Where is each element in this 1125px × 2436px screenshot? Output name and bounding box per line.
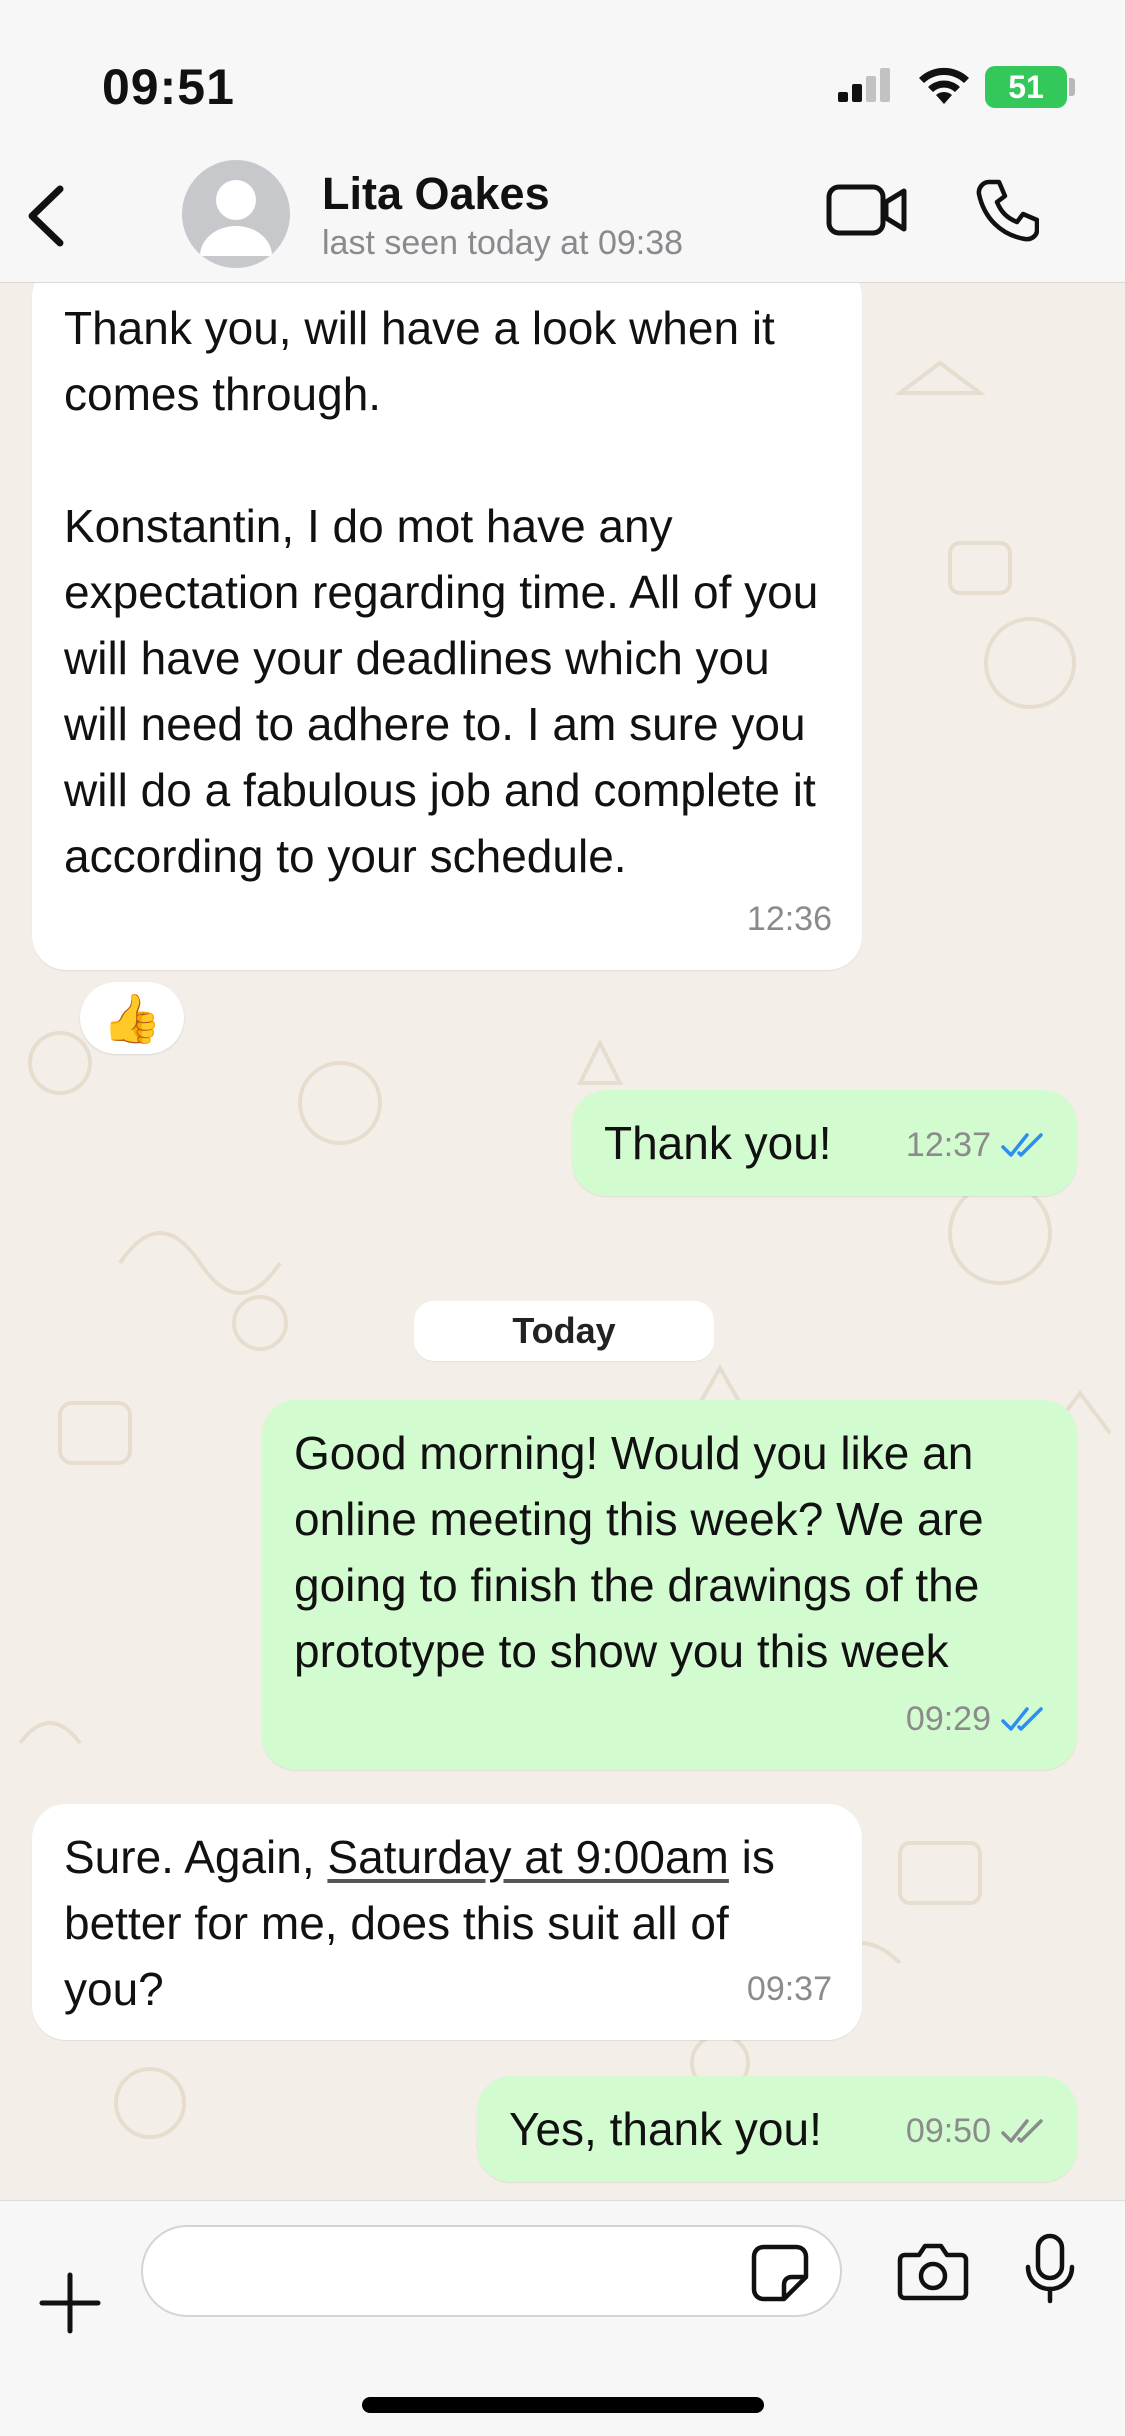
message-bubble-outgoing[interactable]: Yes, thank you! 09:50 bbox=[477, 2076, 1077, 2182]
avatar-placeholder-icon bbox=[200, 180, 272, 256]
message-text: Sure. Again, Saturday at 9:00am is bette… bbox=[64, 1824, 832, 2022]
plus-icon[interactable] bbox=[38, 2271, 102, 2335]
message-time: 09:29 bbox=[905, 1700, 991, 1738]
message-bubble-incoming[interactable]: Thank you, will have a look when it come… bbox=[32, 283, 862, 970]
video-call-icon[interactable] bbox=[826, 182, 908, 238]
back-chevron-icon[interactable] bbox=[22, 183, 72, 249]
last-seen-status: last seen today at 09:38 bbox=[322, 224, 684, 262]
wifi-icon bbox=[919, 67, 969, 104]
battery-tip bbox=[1069, 78, 1075, 96]
message-meta: 09:29 bbox=[906, 1686, 1047, 1752]
avatar[interactable] bbox=[182, 160, 290, 268]
microphone-icon[interactable] bbox=[1024, 2233, 1076, 2305]
composer-bar bbox=[0, 2200, 1125, 2436]
battery-indicator: 51 bbox=[985, 66, 1067, 108]
message-bubble-outgoing[interactable]: Good morning! Would you like an online m… bbox=[262, 1400, 1077, 1770]
double-check-icon bbox=[1001, 2119, 1043, 2143]
message-text: Thank you, will have a look when it come… bbox=[64, 302, 819, 882]
contact-name[interactable]: Lita Oakes bbox=[322, 168, 550, 220]
message-time: 09:37 bbox=[746, 1970, 832, 2008]
phone-call-icon[interactable] bbox=[975, 178, 1039, 242]
sticker-icon[interactable] bbox=[750, 2243, 810, 2303]
chat-header: Lita Oakes last seen today at 09:38 bbox=[0, 150, 1125, 283]
chat-area[interactable]: Thank you, will have a look when it come… bbox=[0, 283, 1125, 2200]
message-time: 12:37 bbox=[905, 1126, 991, 1164]
camera-icon[interactable] bbox=[897, 2241, 969, 2301]
date-separator: Today bbox=[414, 1301, 714, 1361]
date-link[interactable]: Saturday at 9:00am bbox=[327, 1831, 728, 1883]
message-meta: 12:36 bbox=[747, 886, 832, 952]
cellular-signal-icon bbox=[838, 68, 890, 102]
home-indicator bbox=[362, 2397, 764, 2413]
status-bar: 09:51 51 bbox=[0, 0, 1125, 150]
message-meta: 09:37 bbox=[747, 1956, 832, 2022]
message-text-part: Sure. Again, bbox=[64, 1831, 328, 1883]
message-input[interactable] bbox=[141, 2225, 842, 2317]
message-meta: 09:50 bbox=[906, 2098, 1047, 2164]
reaction-badge[interactable]: 👍 bbox=[80, 982, 184, 1054]
double-check-icon bbox=[1001, 1707, 1043, 1731]
message-time: 12:36 bbox=[746, 900, 832, 938]
double-check-icon bbox=[1001, 1133, 1043, 1157]
message-bubble-incoming[interactable]: Sure. Again, Saturday at 9:00am is bette… bbox=[32, 1804, 862, 2040]
message-text: Good morning! Would you like an online m… bbox=[294, 1427, 997, 1677]
status-time: 09:51 bbox=[102, 59, 235, 115]
message-time: 09:50 bbox=[905, 2112, 991, 2150]
message-bubble-outgoing[interactable]: Thank you! 12:37 bbox=[572, 1090, 1077, 1196]
message-meta: 12:37 bbox=[906, 1112, 1047, 1178]
